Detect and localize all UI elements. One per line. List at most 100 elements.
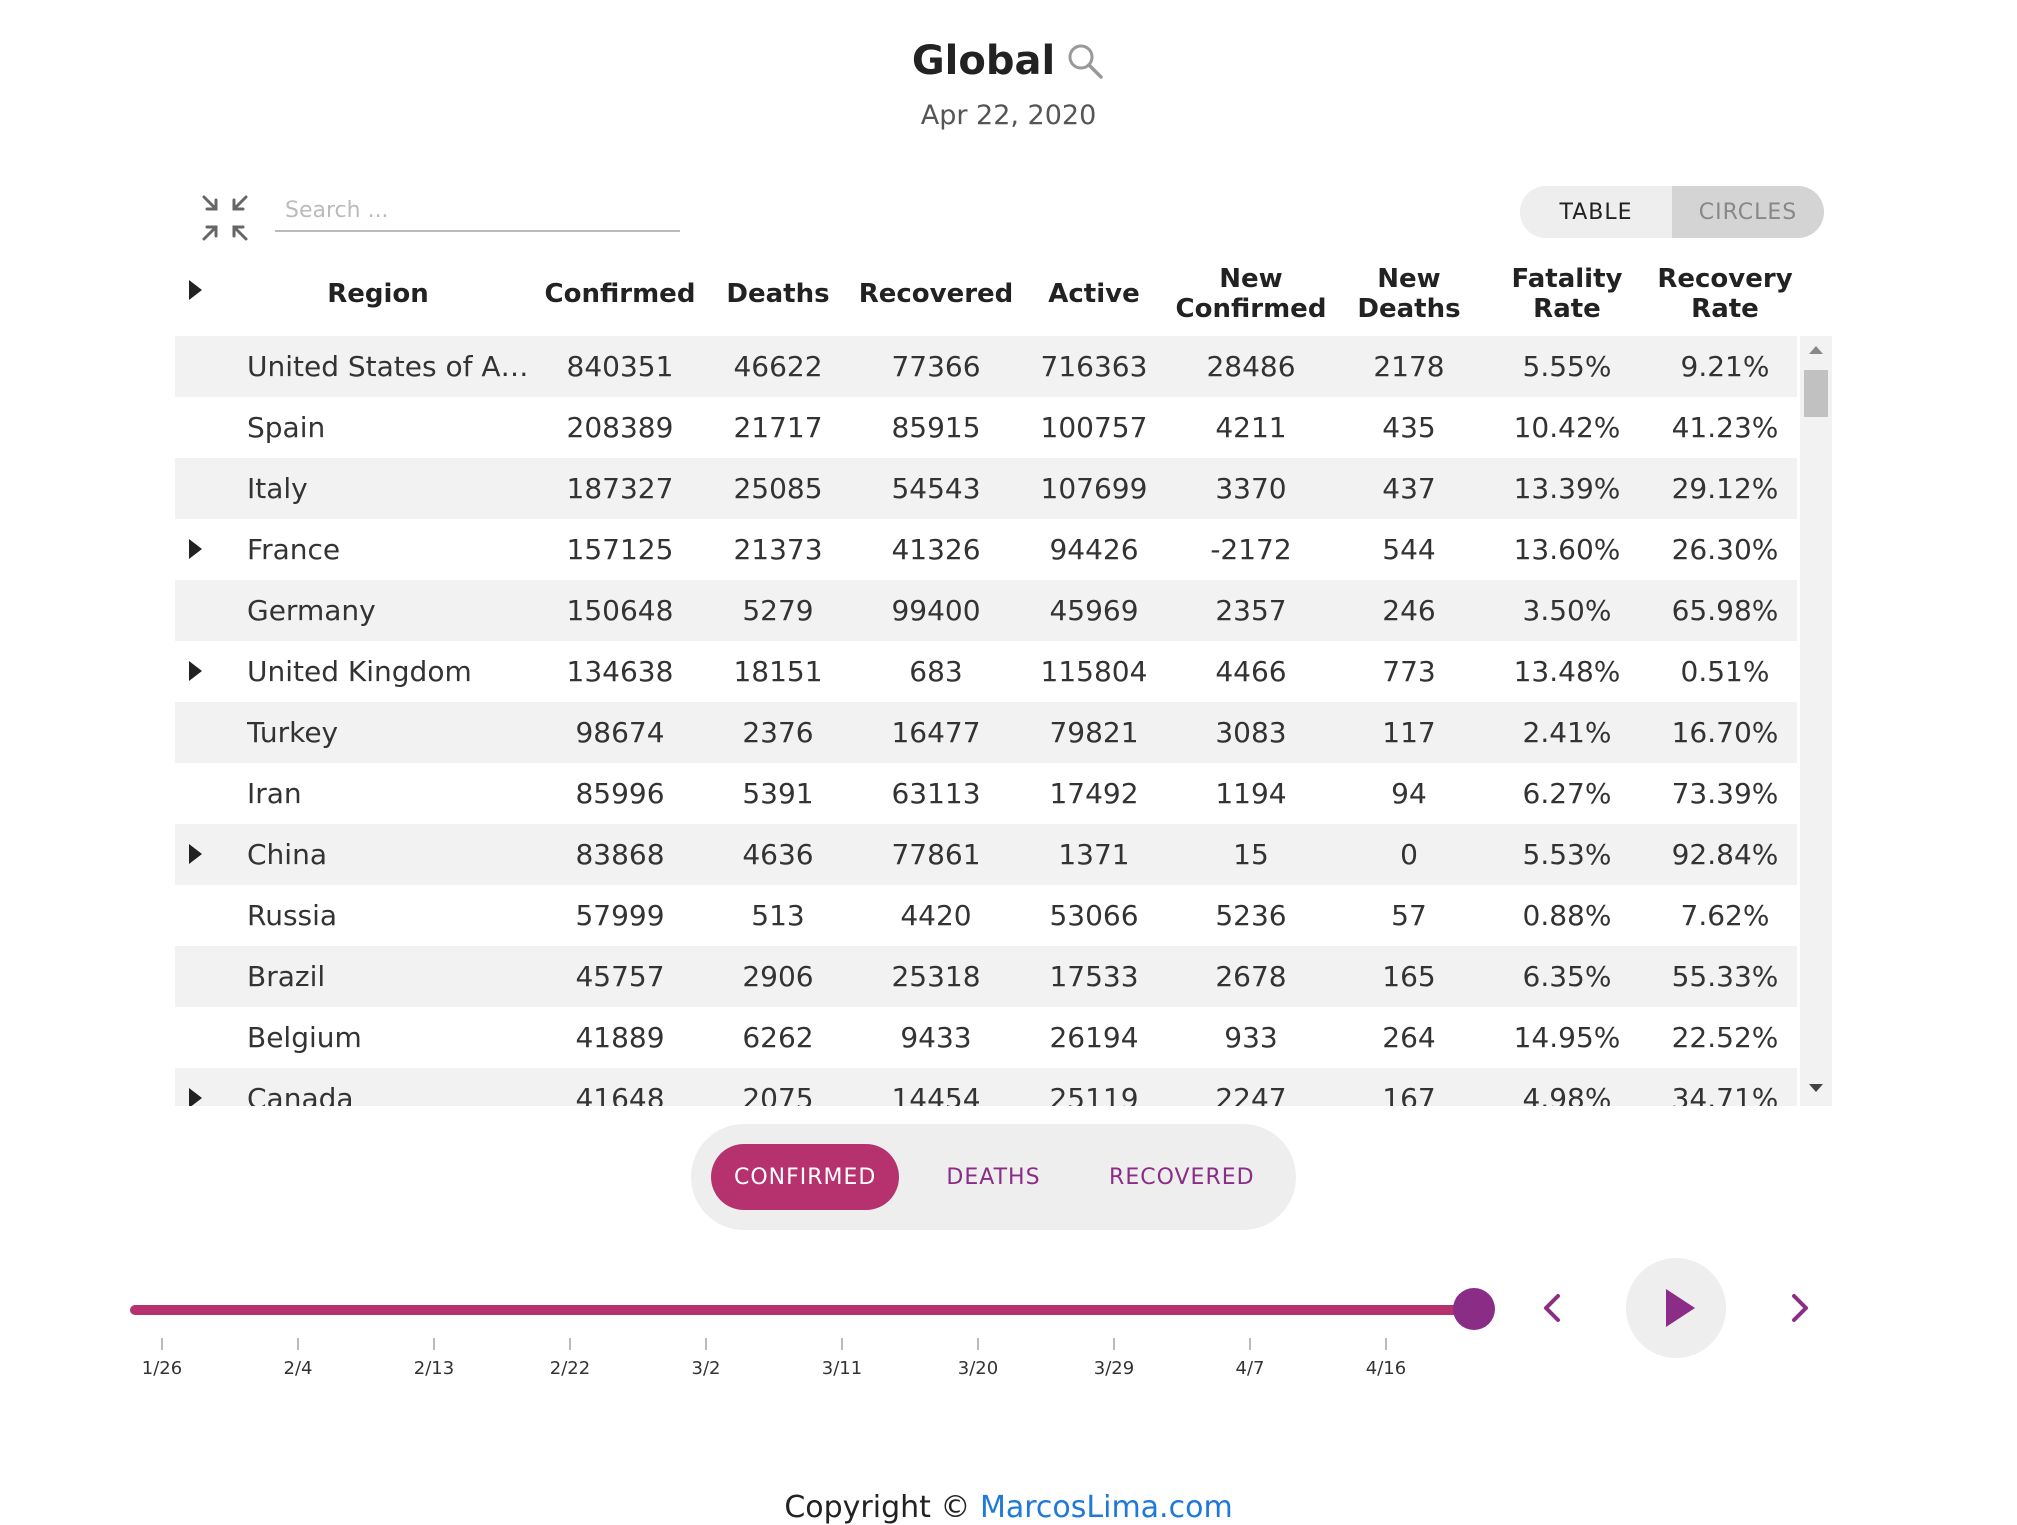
cell-recovery-rate: 29.12% xyxy=(1671,472,1779,505)
table-row[interactable]: Canada 41648 2075 14454 25119 2247 167 4.98% 34.… xyxy=(175,1068,1797,1106)
cell-recovered: 99400 xyxy=(891,594,981,627)
timeline-tick-label: 2/22 xyxy=(549,1358,591,1379)
collapse-icon[interactable] xyxy=(200,193,250,243)
deaths-button[interactable]: DEATHS xyxy=(899,1144,1087,1210)
cell-active: 1371 xyxy=(1058,838,1130,871)
column-header-active[interactable]: Active xyxy=(1009,252,1179,336)
column-header-new-deaths[interactable]: New Deaths xyxy=(1324,252,1494,336)
timeline-handle[interactable] xyxy=(1453,1288,1495,1330)
cell-new-deaths: 57 xyxy=(1391,899,1427,932)
cell-new-confirmed: 3370 xyxy=(1215,472,1287,505)
recovered-button[interactable]: RECOVERED xyxy=(1088,1144,1276,1210)
cell-region: France xyxy=(247,533,341,566)
scroll-up-icon[interactable] xyxy=(1809,346,1823,354)
cell-fatality-rate: 5.55% xyxy=(1522,350,1612,383)
cell-recovered: 63113 xyxy=(891,777,981,810)
timeline-tick-label: 1/26 xyxy=(141,1358,183,1379)
cell-deaths: 5391 xyxy=(742,777,814,810)
cell-fatality-rate: 13.39% xyxy=(1513,472,1621,505)
cell-confirmed: 45757 xyxy=(575,960,665,993)
column-header-new-confirmed[interactable]: New Confirmed xyxy=(1166,252,1336,336)
cell-fatality-rate: 13.48% xyxy=(1513,655,1621,688)
column-header-fatality-rate[interactable]: Fatality Rate xyxy=(1482,252,1652,336)
cell-recovered: 77366 xyxy=(891,350,981,383)
timeline-tick-label: 2/4 xyxy=(283,1358,313,1379)
copyright-text: Copyright © xyxy=(784,1490,980,1525)
cell-recovered: 16477 xyxy=(891,716,981,749)
cell-new-confirmed: 4466 xyxy=(1215,655,1287,688)
expand-all-icon[interactable] xyxy=(189,280,202,300)
expand-row-icon[interactable] xyxy=(189,661,202,681)
cell-recovered: 54543 xyxy=(891,472,981,505)
cell-confirmed: 157125 xyxy=(566,533,674,566)
timeline-track[interactable] xyxy=(130,1305,1488,1315)
column-header-recovered[interactable]: Recovered xyxy=(851,252,1021,336)
cell-fatality-rate: 13.60% xyxy=(1513,533,1621,566)
search-icon[interactable] xyxy=(1065,41,1105,81)
table-row[interactable]: France 157125 21373 41326 94426 -2172 544 13.60… xyxy=(175,519,1797,580)
table-row[interactable]: United States of Am... 840351 46622 77366 71… xyxy=(175,336,1797,397)
expand-row-icon[interactable] xyxy=(189,1088,202,1106)
column-header-deaths[interactable]: Deaths xyxy=(693,252,863,336)
timeline-tick xyxy=(977,1338,979,1350)
cell-recovery-rate: 26.30% xyxy=(1671,533,1779,566)
cell-new-confirmed: 4211 xyxy=(1215,411,1287,444)
column-header-confirmed[interactable]: Confirmed xyxy=(535,252,705,336)
play-button[interactable] xyxy=(1626,1258,1726,1358)
cell-region: United States of Am... xyxy=(247,350,547,383)
cell-confirmed: 57999 xyxy=(575,899,665,932)
table-row[interactable]: Turkey 98674 2376 16477 79821 3083 117 2.41% 16.… xyxy=(175,702,1797,763)
scrollbar-thumb[interactable] xyxy=(1804,370,1828,417)
cell-recovery-rate: 65.98% xyxy=(1671,594,1779,627)
cell-recovered: 4420 xyxy=(900,899,972,932)
cell-new-deaths: 435 xyxy=(1382,411,1436,444)
cell-new-deaths: 165 xyxy=(1382,960,1436,993)
table-row[interactable]: Russia 57999 513 4420 53066 5236 57 0.88% 7.62% xyxy=(175,885,1797,946)
author-link[interactable]: MarcosLima.com xyxy=(980,1490,1233,1525)
previous-day-icon[interactable] xyxy=(1536,1290,1572,1326)
table-row[interactable]: Germany 150648 5279 99400 45969 2357 246 3.50% 6… xyxy=(175,580,1797,641)
cell-deaths: 6262 xyxy=(742,1021,814,1054)
column-header-region[interactable]: Region xyxy=(268,252,488,336)
timeline-tick-label: 3/29 xyxy=(1093,1358,1135,1379)
table-row[interactable]: Italy 187327 25085 54543 107699 3370 437 13.39%… xyxy=(175,458,1797,519)
cell-region: Iran xyxy=(247,777,302,810)
confirmed-button[interactable]: CONFIRMED xyxy=(711,1144,900,1210)
cell-recovery-rate: 73.39% xyxy=(1671,777,1779,810)
cell-region: Brazil xyxy=(247,960,326,993)
table-row[interactable]: Iran 85996 5391 63113 17492 1194 94 6.27% 73.39% xyxy=(175,763,1797,824)
column-header-recovery-rate[interactable]: Recovery Rate xyxy=(1640,252,1810,336)
cell-new-confirmed: 3083 xyxy=(1215,716,1287,749)
cell-fatality-rate: 4.98% xyxy=(1522,1082,1612,1106)
cell-recovery-rate: 7.62% xyxy=(1680,899,1770,932)
table-view-button[interactable]: TABLE xyxy=(1520,186,1672,238)
cell-active: 716363 xyxy=(1040,350,1148,383)
cell-recovered: 14454 xyxy=(891,1082,981,1106)
cell-active: 17533 xyxy=(1049,960,1139,993)
table-scrollbar[interactable] xyxy=(1800,336,1832,1106)
cell-recovered: 683 xyxy=(909,655,963,688)
timeline-tick-label: 3/11 xyxy=(821,1358,863,1379)
scroll-down-icon[interactable] xyxy=(1809,1084,1823,1092)
table-row[interactable]: China 83868 4636 77861 1371 15 0 5.53% 92.84% xyxy=(175,824,1797,885)
expand-row-icon[interactable] xyxy=(189,539,202,559)
timeline-tick xyxy=(1113,1338,1115,1350)
search-input[interactable] xyxy=(275,190,680,232)
cell-new-confirmed: 933 xyxy=(1224,1021,1278,1054)
expand-row-icon[interactable] xyxy=(189,844,202,864)
table-row[interactable]: Brazil 45757 2906 25318 17533 2678 165 6.35% 55.… xyxy=(175,946,1797,1007)
cell-new-confirmed: 2678 xyxy=(1215,960,1287,993)
table-row[interactable]: United Kingdom 134638 18151 683 115804 4466 77… xyxy=(175,641,1797,702)
table-row[interactable]: Spain 208389 21717 85915 100757 4211 435 10.42%… xyxy=(175,397,1797,458)
cell-recovered: 9433 xyxy=(900,1021,972,1054)
table-row[interactable]: Belgium 41889 6262 9433 26194 933 264 14.95% 22.… xyxy=(175,1007,1797,1068)
cell-new-deaths: 246 xyxy=(1382,594,1436,627)
data-table: United States of Am... 840351 46622 77366 71… xyxy=(175,336,1832,1106)
timeline-tick-label: 3/20 xyxy=(957,1358,999,1379)
circles-view-button[interactable]: CIRCLES xyxy=(1672,186,1824,238)
cell-recovered: 77861 xyxy=(891,838,981,871)
cell-recovery-rate: 92.84% xyxy=(1671,838,1779,871)
cell-region: China xyxy=(247,838,327,871)
next-day-icon[interactable] xyxy=(1780,1290,1816,1326)
cell-confirmed: 83868 xyxy=(575,838,665,871)
